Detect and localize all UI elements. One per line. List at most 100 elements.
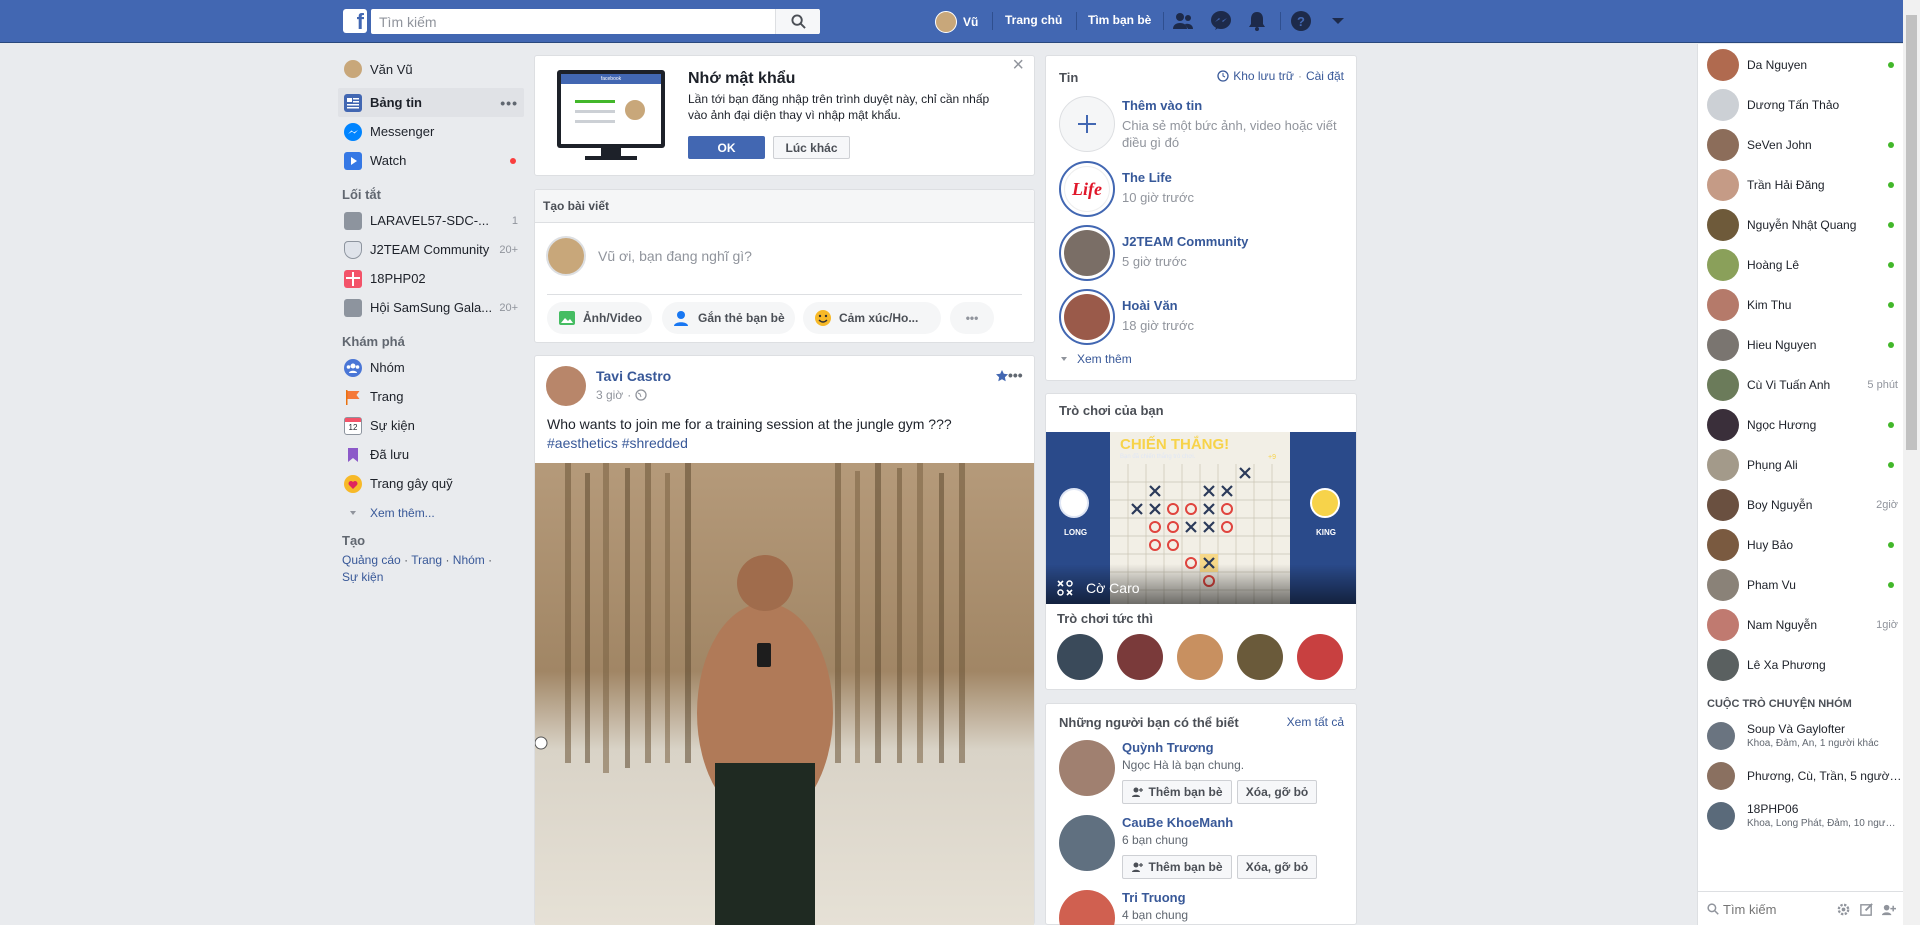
author-name[interactable]: Tavi Castro xyxy=(596,368,671,384)
chat-contact[interactable]: Hoàng Lê xyxy=(1707,245,1902,285)
shortcut-item[interactable]: 18PHP02 xyxy=(338,264,524,293)
explore-item-fundraisers[interactable]: Trang gây quỹ xyxy=(338,469,524,498)
person-name[interactable]: Quỳnh Trương xyxy=(1122,740,1214,755)
shortcut-item[interactable]: J2TEAM Community 20+ xyxy=(338,235,524,264)
shield-icon xyxy=(344,240,362,259)
create-event-link[interactable]: Sự kiện xyxy=(342,570,383,584)
chat-contact[interactable]: Dương Tấn Thảo xyxy=(1707,85,1902,125)
photo-video-button[interactable]: Ảnh/Video xyxy=(547,302,653,334)
create-group-icon[interactable] xyxy=(1881,902,1896,917)
chat-contact[interactable]: Boy Nguyễn 2giờ xyxy=(1707,485,1902,525)
later-button[interactable]: Lúc khác xyxy=(773,136,850,159)
instant-game-tile[interactable] xyxy=(1297,634,1343,680)
new-message-icon[interactable] xyxy=(1859,902,1874,917)
tag-friends-button[interactable]: Gắn thẻ bạn bè xyxy=(662,302,795,334)
more-composer-options-icon[interactable]: ••• xyxy=(950,302,994,334)
story-title[interactable]: The Life xyxy=(1122,170,1172,185)
more-options-icon[interactable]: ••• xyxy=(500,95,518,111)
caro-game-icon xyxy=(1057,580,1073,596)
post-photo[interactable] xyxy=(535,463,1034,925)
chat-contact[interactable]: Da Nguyen xyxy=(1707,45,1902,85)
see-more-link[interactable]: Xem thêm... xyxy=(338,498,524,527)
chat-contact[interactable]: Trần Hải Đăng xyxy=(1707,165,1902,205)
add-story-button[interactable] xyxy=(1059,96,1115,152)
flag-icon xyxy=(344,388,362,406)
profile-link[interactable]: Vũ xyxy=(935,9,978,34)
instant-game-tile[interactable] xyxy=(1057,634,1103,680)
story-thumbnail[interactable] xyxy=(1059,289,1115,345)
friend-requests-icon[interactable] xyxy=(1171,10,1195,32)
chat-contact[interactable]: Hieu Nguyen xyxy=(1707,325,1902,365)
chat-contact[interactable]: Ngọc Hương xyxy=(1707,405,1902,445)
chat-contact[interactable]: Nguyễn Nhật Quang xyxy=(1707,205,1902,245)
chat-search-input[interactable] xyxy=(1723,899,1833,919)
create-group-link[interactable]: Nhóm xyxy=(453,553,485,567)
chat-contact[interactable]: Lê Xa Phương xyxy=(1707,645,1902,685)
add-friend-button[interactable]: Thêm bạn bè xyxy=(1122,780,1232,804)
explore-item-saved[interactable]: Đã lưu xyxy=(338,440,524,469)
ok-button[interactable]: OK xyxy=(688,136,765,159)
instant-game-tile[interactable] xyxy=(1237,634,1283,680)
create-page-link[interactable]: Trang xyxy=(411,553,442,567)
person-name[interactable]: CauBe KhoeManh xyxy=(1122,815,1233,830)
chat-contact[interactable]: SeVen John xyxy=(1707,125,1902,165)
explore-item-pages[interactable]: Trang xyxy=(338,382,524,411)
explore-item-events[interactable]: 12 Sự kiện xyxy=(338,411,524,440)
sidebar-item-news-feed[interactable]: Bảng tin ••• xyxy=(338,88,524,117)
remove-button[interactable]: Xóa, gỡ bỏ xyxy=(1237,855,1317,879)
story-thumbnail[interactable]: Life xyxy=(1059,161,1115,217)
page-scrollbar-thumb[interactable] xyxy=(1906,15,1917,450)
see-all-link[interactable]: Xem tất cả xyxy=(1287,715,1344,729)
chat-contact[interactable]: Pham Vu xyxy=(1707,565,1902,605)
add-friend-button[interactable]: Thêm bạn bè xyxy=(1122,855,1232,879)
story-archive-link[interactable]: Kho lưu trữ xyxy=(1233,69,1294,83)
feeling-activity-button[interactable]: Cảm xúc/Ho... xyxy=(803,302,941,334)
star-icon[interactable] xyxy=(995,369,1009,383)
instant-game-tile[interactable] xyxy=(1117,634,1163,680)
remove-button[interactable]: Xóa, gỡ bỏ xyxy=(1237,780,1317,804)
post-options-icon[interactable]: ••• xyxy=(1008,367,1023,383)
messenger-icon[interactable] xyxy=(1209,10,1233,32)
chat-contact[interactable]: Nam Nguyễn 1giờ xyxy=(1707,605,1902,645)
person-name[interactable]: Tri Truong xyxy=(1122,890,1186,905)
home-link[interactable]: Trang chủ xyxy=(1005,13,1062,27)
chat-contact[interactable]: Cù Vi Tuấn Anh 5 phút xyxy=(1707,365,1902,405)
settings-gear-icon[interactable] xyxy=(1836,902,1851,917)
sidebar-item-watch[interactable]: Watch xyxy=(338,146,524,175)
search-button[interactable] xyxy=(775,9,820,34)
instant-game-tile[interactable] xyxy=(1177,634,1223,680)
search-input[interactable] xyxy=(371,9,819,34)
chat-contact[interactable]: Kim Thu xyxy=(1707,285,1902,325)
shortcut-item[interactable]: Hội SamSung Gala... 20+ xyxy=(338,293,524,322)
account-menu-chevron-icon[interactable] xyxy=(1326,10,1350,32)
group-conversation[interactable]: 18PHP06 Khoa, Long Phát, Đảm, 10 người... xyxy=(1707,798,1902,834)
chat-contact[interactable]: Phụng Ali xyxy=(1707,445,1902,485)
chat-contact[interactable]: Huy Bảo xyxy=(1707,525,1902,565)
story-title[interactable]: Hoài Văn xyxy=(1122,298,1178,313)
sidebar-profile[interactable]: Văn Vũ xyxy=(338,56,524,82)
game-banner[interactable]: CHIẾN THẮNG! Bạn đã chiến thắng trò chơi… xyxy=(1046,432,1356,604)
person-avatar[interactable] xyxy=(1059,890,1115,925)
group-conversation[interactable]: Phương, Cù, Trần, 5 người... xyxy=(1707,758,1902,794)
author-avatar[interactable] xyxy=(546,366,586,406)
find-friends-link[interactable]: Tìm bạn bè xyxy=(1088,13,1151,27)
person-avatar[interactable] xyxy=(1059,815,1115,871)
story-title[interactable]: J2TEAM Community xyxy=(1122,234,1248,249)
post-hashtags[interactable]: #aesthetics #shredded xyxy=(547,435,688,451)
facebook-logo-icon[interactable]: f xyxy=(343,9,367,34)
close-icon[interactable]: × xyxy=(1012,54,1024,77)
sidebar-item-messenger[interactable]: Messenger xyxy=(338,117,524,146)
explore-item-groups[interactable]: Nhóm xyxy=(338,353,524,382)
stories-see-more[interactable]: Xem thêm xyxy=(1059,352,1132,366)
post-time[interactable]: 3 giờ xyxy=(596,388,623,402)
notifications-bell-icon[interactable] xyxy=(1245,10,1269,32)
story-thumbnail[interactable] xyxy=(1059,225,1115,281)
create-ad-link[interactable]: Quảng cáo xyxy=(342,553,401,567)
group-conversation[interactable]: Soup Và Gaylofter Khoa, Đảm, An, 1 người … xyxy=(1707,718,1902,754)
person-avatar[interactable] xyxy=(1059,740,1115,796)
add-story-title[interactable]: Thêm vào tin xyxy=(1122,98,1202,113)
help-icon[interactable]: ? xyxy=(1289,10,1313,32)
composer-input[interactable]: Vũ ơi, bạn đang nghĩ gì? xyxy=(598,248,752,264)
story-settings-link[interactable]: Cài đặt xyxy=(1306,69,1344,83)
shortcut-item[interactable]: LARAVEL57-SDC-... 1 xyxy=(338,206,524,235)
